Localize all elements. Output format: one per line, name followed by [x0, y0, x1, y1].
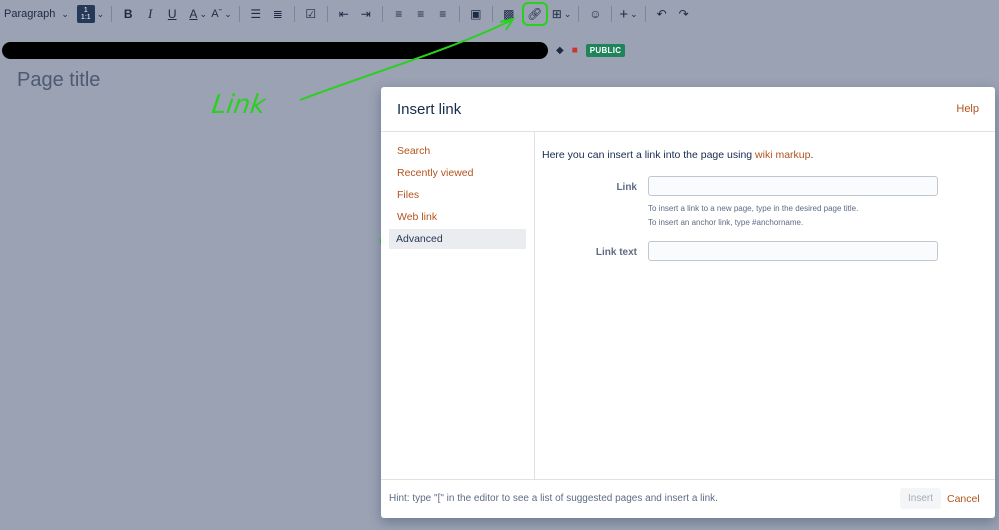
link-text-label: Link text — [595, 247, 637, 258]
align-left-icon: ≡ — [395, 7, 403, 21]
link-hint-1: To insert a link to a new page, type in … — [648, 204, 859, 213]
insert-more-icon: + — [619, 5, 629, 23]
chevron-down-icon: ⌄ — [563, 8, 572, 19]
insert-more-button[interactable]: + ⌄ — [619, 3, 637, 25]
align-left-button[interactable]: ≡ — [390, 3, 408, 25]
align-right-button[interactable]: ≡ — [434, 3, 452, 25]
insert-button[interactable]: Insert — [900, 488, 941, 509]
link-label: Link — [616, 182, 637, 193]
status-badge: PUBLIC — [585, 44, 626, 57]
toolbar-divider — [458, 6, 460, 22]
text-color-button[interactable]: A ⌄ — [189, 3, 207, 25]
nav-item-recently-viewed[interactable]: Recently viewed — [390, 163, 526, 183]
link-input[interactable] — [648, 176, 938, 196]
align-center-icon: ≡ — [417, 7, 425, 21]
paragraph-style-dropdown[interactable]: Paragraph ⌄ — [4, 3, 69, 25]
outdent-icon: ⇤ — [338, 7, 349, 21]
label-tag-icon[interactable]: ◆ — [556, 45, 564, 56]
nav-item-advanced[interactable]: Advanced — [389, 229, 526, 249]
redo-button[interactable]: ↷ — [675, 3, 693, 25]
table-icon: ⊞ — [551, 7, 562, 21]
nav-item-files[interactable]: Files — [390, 185, 526, 205]
underline-icon: U — [167, 7, 177, 21]
paragraph-style-label: Paragraph — [4, 8, 56, 20]
task-button[interactable]: ☑ — [302, 3, 320, 25]
toolbar-divider — [238, 6, 240, 22]
link-button[interactable]: 🔗︎ — [521, 2, 548, 26]
toolbar-divider — [293, 6, 295, 22]
numbered-list-button[interactable]: ≣ — [269, 3, 287, 25]
dialog-title: Insert link — [397, 101, 462, 118]
footer-hint: Hint: type "[" in the editor to see a li… — [389, 493, 718, 504]
text-style-button[interactable]: Aˉ ⌄ — [211, 3, 232, 25]
toolbar-divider — [326, 6, 328, 22]
text-color-icon: A — [189, 7, 198, 21]
chevron-down-icon: ⌄ — [61, 8, 69, 19]
cancel-button[interactable]: Cancel — [947, 493, 980, 505]
chevron-down-icon: ⌄ — [96, 8, 105, 19]
indent-button[interactable]: ⇥ — [357, 3, 375, 25]
toolbar-divider — [381, 6, 383, 22]
intro-text-end: . — [810, 149, 814, 161]
redacted-breadcrumb — [2, 42, 548, 59]
emoji-button[interactable]: ☺ — [586, 3, 604, 25]
insert-link-dialog: Insert link Help Search Recently viewed … — [381, 87, 995, 518]
undo-button[interactable]: ↶ — [653, 3, 671, 25]
numbered-list-icon: ≣ — [272, 7, 283, 21]
lock-icon[interactable]: ■ — [572, 45, 578, 56]
layout-button[interactable]: 1 1:1 ⌄ — [76, 3, 105, 25]
panel-button[interactable]: ▣ — [467, 3, 485, 25]
intro-text: Here you can insert a link into the page… — [542, 149, 813, 161]
dialog-main: Here you can insert a link into the page… — [542, 132, 987, 479]
toolbar-divider — [491, 6, 493, 22]
align-right-icon: ≡ — [439, 7, 447, 21]
link-icon: 🔗︎ — [527, 7, 543, 21]
page-title-input[interactable]: Page title — [17, 69, 100, 92]
wiki-markup-link[interactable]: wiki markup — [755, 149, 810, 161]
nav-item-web-link[interactable]: Web link — [390, 207, 526, 227]
toolbar-divider — [578, 6, 580, 22]
editor-toolbar: Paragraph ⌄ 1 1:1 ⌄ B I U A ⌄ Aˉ ⌄ ☰ ≣ ☑ … — [0, 0, 999, 28]
dialog-sidebar: Search Recently viewed Files Web link Ad… — [381, 132, 535, 479]
redo-icon: ↷ — [678, 7, 689, 21]
image-icon: ▩ — [503, 7, 515, 21]
indent-icon: ⇥ — [360, 7, 371, 21]
image-button[interactable]: ▩ — [500, 3, 518, 25]
outdent-button[interactable]: ⇤ — [335, 3, 353, 25]
dialog-footer: Hint: type "[" in the editor to see a li… — [381, 479, 995, 519]
link-hint-2: To insert an anchor link, type #anchorna… — [648, 218, 804, 227]
annotation-text: Link — [209, 90, 268, 120]
toolbar-divider — [644, 6, 646, 22]
italic-icon: I — [148, 6, 153, 21]
panel-icon: ▣ — [470, 7, 482, 21]
align-center-button[interactable]: ≡ — [412, 3, 430, 25]
underline-button[interactable]: U — [163, 3, 181, 25]
link-text-input[interactable] — [648, 241, 938, 261]
dialog-header: Insert link Help — [381, 87, 995, 132]
layout-icon: 1 1:1 — [76, 5, 95, 23]
bold-icon: B — [123, 7, 133, 21]
toolbar-divider — [111, 6, 113, 22]
bold-button[interactable]: B — [119, 3, 137, 25]
nav-item-search[interactable]: Search — [390, 141, 526, 161]
chevron-down-icon: ⌄ — [224, 8, 232, 19]
toolbar-divider — [611, 6, 613, 22]
text-style-icon: Aˉ — [211, 8, 223, 20]
table-button[interactable]: ⊞ ⌄ — [552, 3, 572, 25]
chevron-down-icon: ⌄ — [630, 8, 638, 19]
intro-text-lead: Here you can insert a link into the page… — [542, 149, 756, 161]
page-meta: ◆ ■ PUBLIC — [556, 44, 626, 57]
bullet-list-icon: ☰ — [250, 7, 262, 21]
bullet-list-button[interactable]: ☰ — [247, 3, 265, 25]
italic-button[interactable]: I — [141, 3, 159, 25]
help-link[interactable]: Help — [956, 103, 979, 115]
task-icon: ☑ — [305, 7, 317, 21]
chevron-down-icon: ⌄ — [199, 8, 207, 19]
undo-icon: ↶ — [656, 7, 667, 21]
emoji-icon: ☺ — [589, 7, 602, 21]
